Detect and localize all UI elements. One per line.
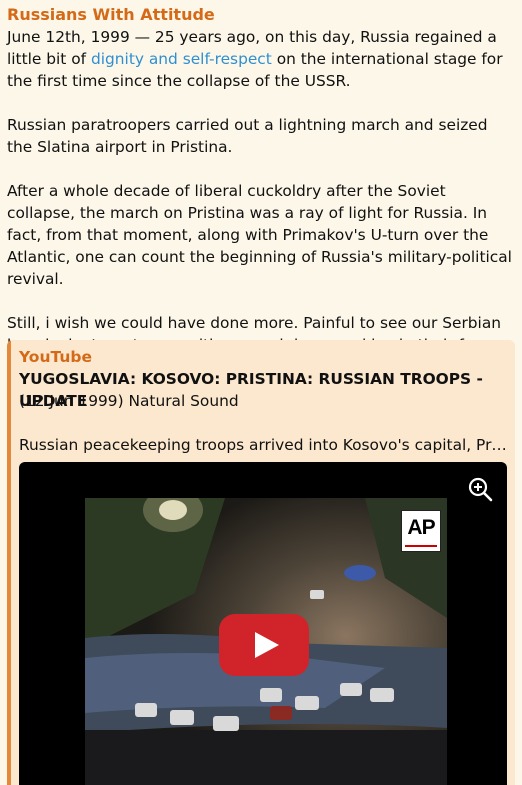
link-preview[interactable]: YouTube YUGOSLAVIA: KOSOVO: PRISTINA: RU… (7, 340, 515, 785)
paragraph-3: After a whole decade of liberal cuckoldr… (7, 182, 512, 288)
preview-date: (12 Jun 1999) Natural Sound (19, 392, 239, 410)
paragraph-2: Russian paratroopers carried out a light… (7, 116, 488, 156)
zoom-in-icon[interactable] (467, 476, 493, 502)
message-body: June 12th, 1999 — 25 years ago, on this … (7, 26, 517, 356)
video-thumbnail[interactable]: AP (19, 462, 507, 785)
message: Russians With Attitude June 12th, 1999 —… (7, 4, 517, 356)
paragraph-1: June 12th, 1999 — 25 years ago, on this … (7, 26, 517, 92)
author-name[interactable]: Russians With Attitude (7, 4, 517, 26)
ap-watermark: AP (401, 510, 441, 552)
preview-description: Russian peacekeeping troops arrived into… (19, 436, 507, 454)
play-button[interactable] (219, 614, 309, 676)
preview-accent-bar (7, 340, 11, 785)
preview-site-name: YouTube (19, 348, 92, 366)
dignity-link[interactable]: dignity and self-respect (91, 50, 272, 68)
